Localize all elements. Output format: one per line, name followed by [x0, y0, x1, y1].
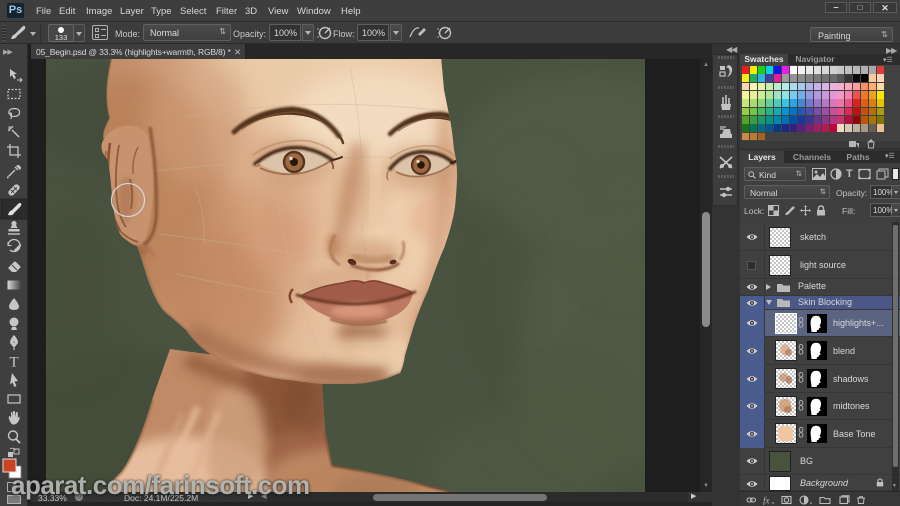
svg-text:fx: fx: [763, 496, 770, 506]
svg-text:T: T: [9, 355, 18, 371]
